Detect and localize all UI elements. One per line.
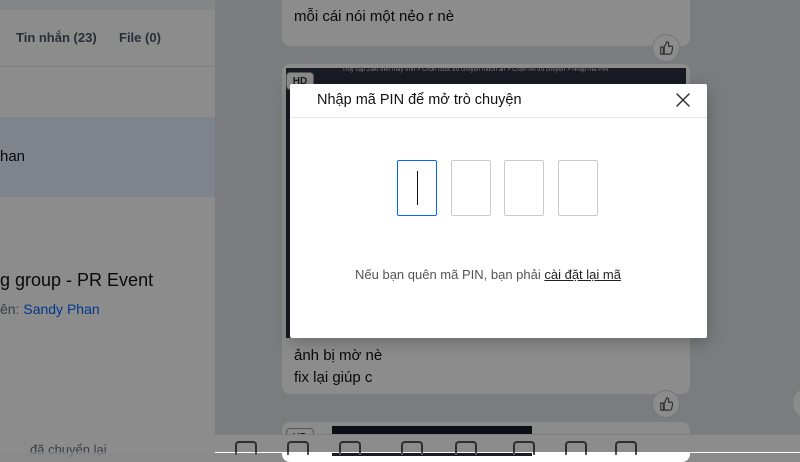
forgot-pin-hint: Nếu bạn quên mã PIN, bạn phải cài đặt lạ… xyxy=(355,267,621,282)
text-caret xyxy=(417,171,418,205)
dialog-header: Nhập mã PIN để mở trò chuyện xyxy=(290,84,707,118)
close-button[interactable] xyxy=(673,90,693,110)
reset-pin-link[interactable]: cài đặt lại mã xyxy=(544,267,621,282)
pin-digit-1[interactable] xyxy=(397,160,437,216)
pin-dialog: Nhập mã PIN để mở trò chuyện Nếu bạn quê… xyxy=(290,84,707,338)
pin-digit-2[interactable] xyxy=(451,160,491,216)
dialog-title: Nhập mã PIN để mở trò chuyện xyxy=(317,92,522,108)
pin-digit-4[interactable] xyxy=(558,160,598,216)
close-icon xyxy=(676,93,690,107)
pin-digit-3[interactable] xyxy=(504,160,544,216)
